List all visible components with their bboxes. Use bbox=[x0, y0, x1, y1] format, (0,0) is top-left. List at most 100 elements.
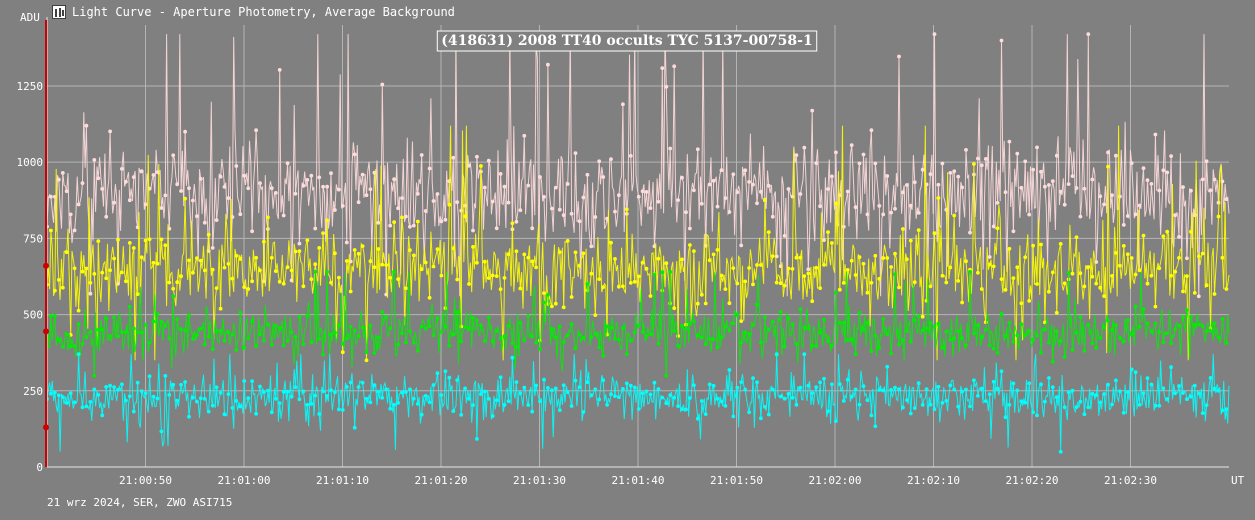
data-point bbox=[214, 329, 219, 334]
data-point bbox=[983, 327, 988, 332]
data-point bbox=[124, 330, 128, 334]
data-point bbox=[510, 341, 515, 346]
data-point bbox=[348, 289, 353, 294]
data-point bbox=[1011, 381, 1016, 386]
data-point bbox=[565, 182, 570, 186]
data-point bbox=[250, 279, 255, 284]
data-point bbox=[778, 394, 783, 399]
data-point bbox=[1114, 323, 1118, 327]
data-point bbox=[1169, 154, 1173, 159]
data-point bbox=[810, 343, 815, 348]
data-point bbox=[782, 234, 787, 238]
data-point bbox=[419, 324, 424, 329]
data-point bbox=[763, 405, 767, 409]
data-point bbox=[281, 343, 286, 348]
data-point bbox=[506, 252, 511, 257]
data-point bbox=[1212, 292, 1217, 296]
data-point bbox=[822, 376, 826, 381]
data-point bbox=[818, 204, 822, 209]
data-point bbox=[707, 337, 712, 341]
data-point bbox=[794, 255, 799, 260]
data-point bbox=[522, 133, 527, 138]
data-point bbox=[1027, 299, 1032, 303]
data-point bbox=[731, 414, 736, 419]
data-point bbox=[628, 281, 633, 285]
data-point bbox=[108, 383, 112, 388]
data-point bbox=[352, 328, 357, 333]
data-point bbox=[396, 206, 400, 211]
data-point bbox=[1118, 389, 1122, 394]
data-point bbox=[443, 324, 448, 329]
data-point bbox=[222, 338, 227, 343]
data-point bbox=[143, 202, 148, 207]
data-point bbox=[1090, 341, 1095, 346]
data-point bbox=[1031, 167, 1035, 172]
data-point bbox=[419, 267, 424, 272]
data-point bbox=[916, 314, 921, 319]
data-point bbox=[269, 410, 274, 415]
data-point bbox=[238, 212, 243, 217]
data-point bbox=[1027, 212, 1032, 217]
data-point bbox=[538, 175, 542, 179]
data-point bbox=[621, 284, 625, 289]
light-curve-chart[interactable]: 0 250 500 750 1000 1250 21:00:50 21:01:00 21:01:… bbox=[0, 0, 1255, 520]
data-point bbox=[561, 305, 566, 310]
data-point bbox=[49, 194, 53, 199]
data-point bbox=[368, 323, 373, 328]
data-point bbox=[277, 68, 282, 72]
data-point bbox=[356, 334, 361, 339]
data-point bbox=[1086, 405, 1091, 410]
data-point bbox=[1216, 388, 1221, 393]
data-point bbox=[786, 187, 791, 191]
data-point bbox=[392, 402, 396, 407]
data-point bbox=[112, 385, 116, 389]
data-point bbox=[68, 391, 73, 396]
data-point bbox=[869, 280, 874, 285]
data-point bbox=[439, 393, 444, 397]
data-point bbox=[1003, 415, 1008, 420]
data-point bbox=[356, 200, 361, 205]
data-point bbox=[494, 226, 499, 231]
data-point bbox=[830, 174, 834, 179]
data-point bbox=[415, 402, 420, 406]
data-point bbox=[1185, 308, 1189, 313]
data-point bbox=[830, 343, 834, 348]
data-point bbox=[585, 380, 590, 385]
data-point bbox=[719, 273, 724, 278]
data-point bbox=[482, 389, 487, 394]
data-point bbox=[475, 437, 479, 441]
data-point bbox=[183, 196, 188, 201]
data-point bbox=[546, 62, 550, 67]
data-point bbox=[175, 182, 180, 187]
data-point bbox=[1047, 340, 1051, 345]
data-point bbox=[88, 280, 93, 285]
data-point bbox=[1050, 359, 1055, 364]
data-point bbox=[155, 396, 160, 401]
data-point bbox=[936, 196, 941, 200]
data-point bbox=[80, 341, 85, 346]
data-point bbox=[766, 183, 771, 188]
data-point bbox=[802, 145, 807, 150]
data-point bbox=[1031, 243, 1035, 248]
data-point bbox=[96, 176, 101, 181]
data-point bbox=[273, 396, 278, 401]
data-point bbox=[447, 202, 452, 207]
data-point bbox=[648, 294, 653, 298]
data-point bbox=[455, 310, 460, 314]
data-point bbox=[451, 155, 456, 160]
data-point bbox=[885, 256, 890, 260]
data-point bbox=[301, 183, 306, 188]
data-point bbox=[912, 318, 917, 323]
data-point bbox=[329, 280, 333, 285]
data-point bbox=[1212, 177, 1217, 182]
data-point bbox=[1054, 395, 1059, 400]
data-point bbox=[814, 344, 819, 348]
data-point bbox=[352, 152, 357, 157]
data-point bbox=[285, 389, 290, 394]
data-point bbox=[317, 246, 322, 250]
data-point bbox=[841, 399, 846, 403]
data-point bbox=[557, 408, 562, 412]
data-point bbox=[175, 317, 180, 321]
data-point bbox=[1019, 301, 1024, 306]
data-point bbox=[400, 331, 404, 336]
